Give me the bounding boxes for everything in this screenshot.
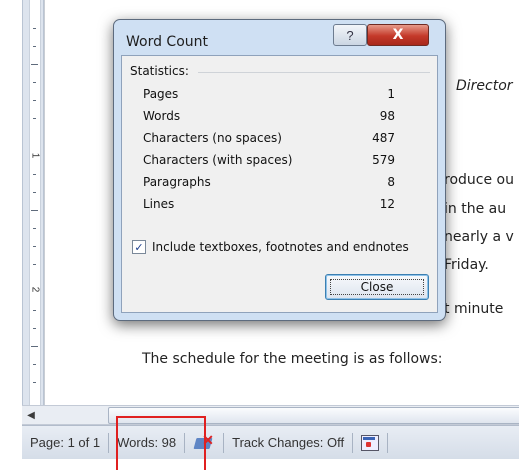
vertical-ruler: 1 2: [22, 0, 44, 405]
ruler-tick: [33, 174, 36, 175]
stat-label: Lines: [143, 197, 175, 211]
help-button[interactable]: ?: [333, 24, 367, 46]
macro-record-icon: [361, 434, 380, 451]
stat-row-words: Words 98: [143, 109, 395, 129]
stat-value: 1: [387, 87, 395, 101]
stat-row-pages: Pages 1: [143, 87, 395, 107]
stat-value: 487: [372, 131, 395, 145]
stat-row-paragraphs: Paragraphs 8: [143, 175, 395, 195]
document-text[interactable]: t minute: [444, 301, 503, 317]
ruler-number: 1: [29, 152, 41, 159]
page-edge: [44, 0, 45, 405]
ruler-tick: [33, 364, 36, 365]
stat-label: Pages: [143, 87, 179, 101]
status-separator: [387, 432, 389, 453]
stat-value: 12: [379, 197, 395, 211]
ruler-tick: [33, 382, 36, 383]
ruler-tick: [31, 64, 38, 65]
page-count-status[interactable]: Page: 1 of 1: [22, 426, 108, 459]
stat-label: Characters (with spaces): [143, 153, 293, 167]
include-textboxes-label[interactable]: Include textboxes, footnotes and endnote…: [152, 240, 409, 254]
vertical-ruler-track: 1 2: [29, 0, 41, 405]
dialog-body: Statistics: Pages 1 Words 98 Characters …: [121, 55, 438, 313]
scroll-left-arrow-icon[interactable]: ◀: [22, 406, 40, 424]
ruler-tick: [33, 228, 36, 229]
dialog-title: Word Count: [126, 34, 209, 50]
ruler-tick: [33, 264, 36, 265]
ruler-tick: [31, 346, 38, 347]
document-text[interactable]: Friday.: [444, 257, 489, 273]
statistics-divider: [198, 72, 430, 73]
document-text[interactable]: Director: [456, 78, 513, 94]
ruler-tick: [33, 100, 36, 101]
document-text[interactable]: The schedule for the meeting is as follo…: [142, 351, 443, 367]
stat-label: Characters (no spaces): [143, 131, 282, 145]
help-icon: ?: [346, 27, 354, 43]
focus-ring: [330, 279, 424, 295]
ruler-tick: [33, 28, 36, 29]
word-count-highlight: [116, 416, 206, 470]
status-bar: Page: 1 of 1 Words: 98 ✕ Track Changes: …: [22, 425, 519, 459]
statistics-label: Statistics:: [130, 64, 189, 78]
word-count-dialog: Word Count ? X Statistics: Pages 1 Words…: [113, 19, 446, 321]
ruler-tick: [33, 246, 36, 247]
document-text[interactable]: in the au: [444, 201, 506, 217]
document-text[interactable]: roduce ou: [444, 172, 514, 188]
ruler-tick: [31, 210, 38, 211]
close-icon: X: [392, 27, 404, 43]
ruler-tick: [33, 328, 36, 329]
stat-value: 98: [379, 109, 395, 123]
ruler-tick: [33, 310, 36, 311]
ruler-number: 2: [29, 286, 41, 293]
ruler-tick: [33, 192, 36, 193]
stat-row-characters-no-spaces: Characters (no spaces) 487: [143, 131, 395, 151]
stat-label: Paragraphs: [143, 175, 211, 189]
stat-row-lines: Lines 12: [143, 197, 395, 217]
stat-value: 8: [387, 175, 395, 189]
track-changes-status[interactable]: Track Changes: Off: [224, 426, 352, 459]
ruler-tick: [33, 46, 36, 47]
ruler-tick: [33, 118, 36, 119]
macro-record-button[interactable]: [353, 426, 387, 459]
stat-row-characters-with-spaces: Characters (with spaces) 579: [143, 153, 395, 173]
dialog-close-x-button[interactable]: X: [367, 24, 429, 46]
ruler-tick: [33, 82, 36, 83]
stat-label: Words: [143, 109, 181, 123]
horizontal-scrollbar[interactable]: ◀: [22, 405, 519, 425]
include-textboxes-checkbox[interactable]: ✓: [132, 240, 146, 254]
document-text[interactable]: nearly a v: [444, 229, 514, 245]
close-button[interactable]: Close: [325, 274, 429, 300]
stat-value: 579: [372, 153, 395, 167]
include-textboxes-option[interactable]: ✓ Include textboxes, footnotes and endno…: [132, 238, 409, 256]
